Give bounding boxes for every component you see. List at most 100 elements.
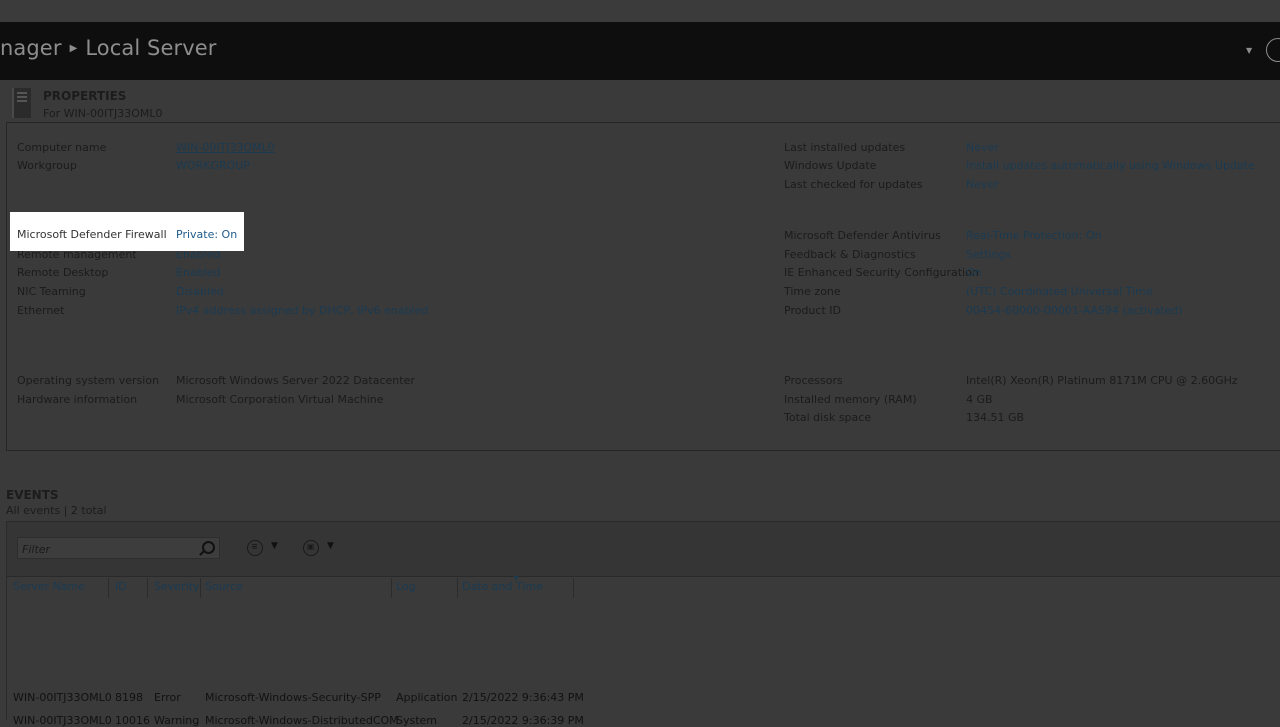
properties-subtitle: For WIN-00ITJ33OML0	[43, 107, 163, 120]
main-content: PROPERTIES For WIN-00ITJ33OML0 Computer …	[0, 80, 1280, 727]
property-value-link[interactable]: On	[966, 266, 982, 279]
search-icon[interactable]	[202, 541, 215, 554]
property-row-nic-teaming: NIC Teaming Disabled	[17, 285, 224, 298]
property-row-feedback-diagnostics: Feedback & Diagnostics Settings	[784, 248, 1011, 261]
column-header-server-name[interactable]: Server Name	[13, 580, 85, 593]
events-panel: ≡ ▼ ▣ ▼ ▼ Server Name ID Severity Source…	[6, 521, 1280, 727]
cell-server-name: WIN-00ITJ33OML0	[13, 691, 112, 704]
cell-severity: Error	[154, 691, 181, 704]
property-value: Microsoft Corporation Virtual Machine	[176, 393, 384, 406]
cell-source: Microsoft-Windows-Security-SPP	[205, 691, 381, 704]
property-label: Remote Desktop	[17, 266, 109, 279]
property-row-processors: Processors Intel(R) Xeon(R) Platinum 817…	[784, 374, 1238, 387]
property-label: Windows Update	[784, 159, 877, 172]
cell-severity: Warning	[154, 714, 200, 727]
property-value-link[interactable]: Real-Time Protection: On	[966, 229, 1102, 242]
property-row-computer-name: Computer name WIN-00ITJ33OML0	[17, 141, 275, 154]
property-value: 4 GB	[966, 393, 993, 406]
cell-date-time: 2/15/2022 9:36:43 PM	[462, 691, 584, 704]
column-divider	[573, 578, 574, 598]
column-divider	[457, 578, 458, 598]
property-row-defender-firewall: Microsoft Defender Firewall Private: On	[17, 228, 237, 241]
property-row-last-checked-updates: Last checked for updates Never	[784, 178, 999, 191]
title-bar: nager ▶ Local Server ▼	[0, 22, 1280, 80]
top-gap	[0, 0, 1280, 22]
property-row-ethernet: Ethernet IPv4 address assigned by DHCP, …	[17, 304, 428, 317]
property-value: Microsoft Windows Server 2022 Datacenter	[176, 374, 415, 387]
property-label: Feedback & Diagnostics	[784, 248, 916, 261]
firewall-status-link[interactable]: Private: On	[176, 228, 237, 241]
property-label: Microsoft Defender Firewall	[17, 228, 167, 241]
breadcrumb-parent[interactable]: nager	[0, 36, 62, 60]
column-header-log[interactable]: Log	[396, 580, 416, 593]
property-label: Hardware information	[17, 393, 138, 406]
column-header-id[interactable]: ID	[115, 580, 127, 593]
property-value-link[interactable]: WIN-00ITJ33OML0	[176, 141, 275, 154]
save-icon: ▣	[307, 542, 315, 551]
filter-input[interactable]	[18, 538, 204, 560]
cell-source: Microsoft-Windows-DistributedCOM	[205, 714, 399, 727]
property-label: IE Enhanced Security Configuration	[784, 266, 979, 279]
properties-title: PROPERTIES	[43, 89, 127, 103]
column-divider	[200, 578, 201, 598]
column-header-source[interactable]: Source	[205, 580, 243, 593]
property-value-link[interactable]: IPv4 address assigned by DHCP, IPv6 enab…	[176, 304, 428, 317]
filter-box	[17, 537, 220, 560]
property-row-defender-antivirus: Microsoft Defender Antivirus Real-Time P…	[784, 229, 1102, 242]
property-label: Workgroup	[17, 159, 77, 172]
property-label: Operating system version	[17, 374, 160, 387]
property-label: Last checked for updates	[784, 178, 923, 191]
events-subtitle: All events | 2 total	[6, 504, 107, 517]
breadcrumb-current: Local Server	[85, 36, 217, 60]
property-label: Processors	[784, 374, 843, 387]
property-value-link[interactable]: (UTC) Coordinated Universal Time	[966, 285, 1153, 298]
cell-log: Application	[396, 691, 458, 704]
property-label: Last installed updates	[784, 141, 906, 154]
chevron-down-icon[interactable]: ▼	[327, 541, 334, 551]
property-label: NIC Teaming	[17, 285, 86, 298]
property-label: Microsoft Defender Antivirus	[784, 229, 941, 242]
column-header-date-time[interactable]: Date and Time	[462, 580, 543, 593]
property-value-link[interactable]: Never	[966, 178, 999, 191]
property-value-link[interactable]: Install updates automatically using Wind…	[966, 159, 1255, 172]
property-value-link[interactable]: 00454-60000-00001-AA594 (activated)	[966, 304, 1183, 317]
refresh-icon[interactable]	[1266, 38, 1280, 62]
properties-panel: Computer name WIN-00ITJ33OML0 Workgroup …	[6, 122, 1280, 451]
property-label: Total disk space	[784, 411, 872, 424]
cell-server-name: WIN-00ITJ33OML0	[13, 714, 112, 727]
property-row-ie-esc: IE Enhanced Security Configuration On	[784, 266, 982, 279]
events-header: EVENTS All events | 2 total	[6, 488, 107, 517]
property-row-workgroup: Workgroup WORKGROUP	[17, 159, 250, 172]
property-row-memory: Installed memory (RAM) 4 GB	[784, 393, 993, 406]
server-icon	[12, 88, 31, 118]
property-label: Installed memory (RAM)	[784, 393, 917, 406]
breadcrumb: nager ▶ Local Server	[0, 36, 217, 60]
property-label: Ethernet	[17, 304, 65, 317]
dropdown-arrow-icon[interactable]: ▼	[1246, 46, 1252, 55]
column-divider	[391, 578, 392, 598]
property-value: Intel(R) Xeon(R) Platinum 8171M CPU @ 2.…	[966, 374, 1238, 387]
chevron-down-icon[interactable]: ▼	[271, 541, 278, 551]
property-value-link[interactable]: Never	[966, 141, 999, 154]
property-value-link[interactable]: Disabled	[176, 285, 224, 298]
property-row-time-zone: Time zone (UTC) Coordinated Universal Ti…	[784, 285, 1153, 298]
property-row-last-installed-updates: Last installed updates Never	[784, 141, 999, 154]
property-row-windows-update: Windows Update Install updates automatic…	[784, 159, 1255, 172]
save-query-button[interactable]: ▣	[303, 540, 319, 556]
property-value: 134.51 GB	[966, 411, 1025, 424]
property-label: Product ID	[784, 304, 841, 317]
property-value-link[interactable]: Settings	[966, 248, 1011, 261]
breadcrumb-separator-icon: ▶	[69, 43, 78, 54]
events-toolbar: ≡ ▼ ▣ ▼	[7, 522, 1280, 577]
column-divider	[147, 578, 148, 598]
property-value-link[interactable]: Enabled	[176, 266, 220, 279]
list-options-button[interactable]: ≡	[247, 540, 263, 556]
column-header-severity[interactable]: Severity	[154, 580, 199, 593]
cell-date-time: 2/15/2022 9:36:39 PM	[462, 714, 584, 727]
events-title: EVENTS	[6, 488, 59, 502]
property-row-os-version: Operating system version Microsoft Windo…	[17, 374, 415, 387]
property-row-disk-space: Total disk space 134.51 GB	[784, 411, 1024, 424]
property-label: Time zone	[784, 285, 841, 298]
property-value-link[interactable]: WORKGROUP	[176, 159, 250, 172]
property-label: Computer name	[17, 141, 107, 154]
